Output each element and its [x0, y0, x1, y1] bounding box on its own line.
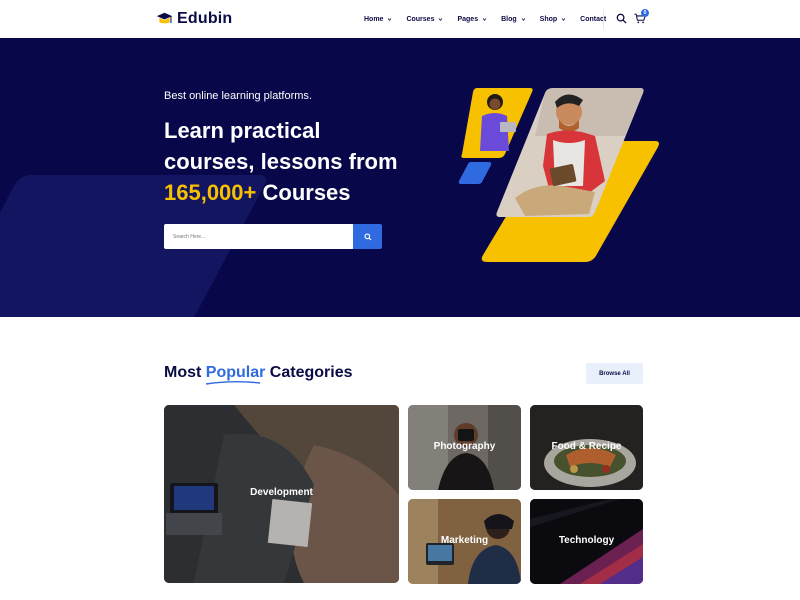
search-icon	[363, 232, 371, 240]
nav-item-home[interactable]: Home	[364, 13, 392, 25]
hero-title-line3: 165,000+ Courses	[164, 177, 424, 208]
section-title-highlight: Popular	[205, 364, 266, 381]
hero-title-tail: Courses	[256, 180, 351, 205]
nav-item-blog[interactable]: Blog	[501, 13, 526, 25]
chevron-down-icon	[521, 17, 525, 21]
category-card-photography[interactable]: Photography	[408, 405, 521, 490]
nav-label: Pages	[457, 15, 479, 23]
chevron-down-icon	[439, 17, 443, 21]
category-label: Technology	[558, 535, 615, 546]
nav-label: Shop	[539, 15, 558, 23]
header-divider	[603, 9, 604, 29]
hero-title: Learn practical courses, lessons from 16…	[164, 115, 424, 208]
nav-item-courses[interactable]: Courses	[406, 13, 443, 25]
search-icon[interactable]	[616, 13, 627, 24]
site-header: Edubin Home Courses Pages Blog Shop Cont…	[0, 0, 800, 38]
section-title-post: Categories	[265, 364, 353, 381]
brand-name: Edubin	[177, 10, 233, 27]
category-card-technology[interactable]: Technology	[530, 499, 643, 584]
category-label: Marketing	[440, 535, 489, 546]
nav-item-shop[interactable]: Shop	[540, 13, 567, 25]
nav-label: Blog	[501, 15, 517, 23]
chevron-down-icon	[482, 17, 487, 21]
cart-count-badge: 0	[641, 9, 649, 17]
hero-title-line2: courses, lessons from	[164, 149, 398, 174]
hero-subtitle: Best online learning platforms.	[164, 90, 312, 102]
title-underline-decor	[205, 381, 261, 385]
category-card-marketing[interactable]: Marketing	[408, 499, 521, 584]
search-button[interactable]	[353, 224, 382, 249]
category-card-development[interactable]: Development	[164, 405, 399, 583]
category-label: Food & Recipe	[551, 441, 622, 452]
hero-title-highlight: 165,000+	[164, 180, 257, 205]
chevron-down-icon	[561, 17, 566, 21]
search-input[interactable]	[164, 224, 354, 249]
logo[interactable]: Edubin	[156, 10, 232, 28]
nav-label: Courses	[406, 15, 435, 23]
main-nav: Home Courses Pages Blog Shop Contact	[364, 13, 620, 25]
hero-section: Best online learning platforms. Learn pr…	[0, 38, 800, 317]
hero-title-line1: Learn practical	[164, 118, 321, 143]
chevron-down-icon	[388, 17, 392, 21]
nav-item-pages[interactable]: Pages	[457, 13, 487, 25]
hero-illustration	[458, 88, 659, 262]
category-label: Photography	[433, 441, 496, 452]
category-card-food-recipe[interactable]: Food & Recipe	[530, 405, 643, 490]
nav-label: Home	[364, 15, 384, 23]
hero-search-box	[164, 224, 354, 249]
graduation-cap-icon	[156, 12, 173, 23]
section-title-pre: Most	[164, 364, 206, 381]
browse-all-button[interactable]: Browse All	[586, 363, 643, 384]
category-label: Development	[250, 487, 313, 498]
